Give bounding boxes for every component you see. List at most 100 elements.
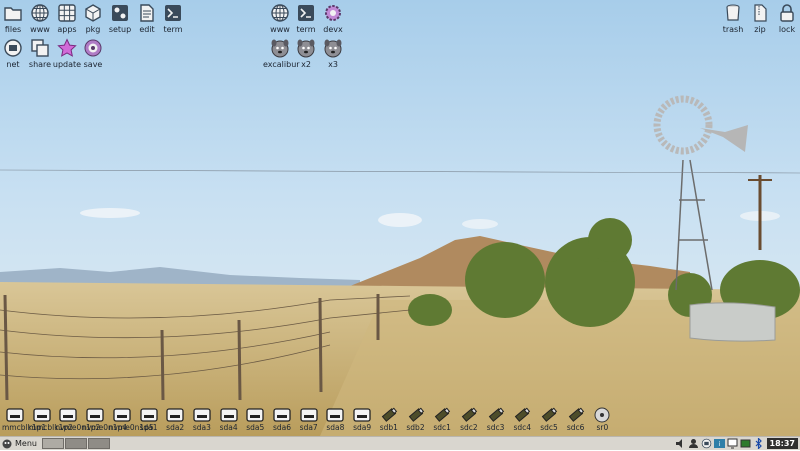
menu-label: Menu [15,439,37,448]
drive-sda6[interactable]: sda6 [269,407,295,432]
monitor-icon[interactable] [727,438,738,449]
drive-sdc5[interactable]: sdc5 [536,407,562,432]
drive-label: sdc3 [486,423,505,432]
star-icon [57,38,77,58]
drive-label: sda9 [353,423,372,432]
drive-sdb2[interactable]: sdb2 [403,407,429,432]
drive-mmcblk1p1[interactable]: mmcblk1p1 [2,407,47,432]
speaker-icon[interactable] [675,438,686,449]
drive-nvme0n1p4[interactable]: nvme0n1p4 [82,407,128,432]
drive-label: sda1 [139,423,158,432]
globe-icon [30,3,50,23]
network-icon [3,38,23,58]
desktop-icon-label: x3 [328,60,338,69]
drive-nvme0n1p5[interactable]: nvme0n1p5 [108,407,154,432]
desktop-icon-label: term [163,25,183,34]
usb-drive-icon [567,407,585,423]
desktop-icon-lock[interactable]: lock [770,3,800,34]
hard-drive-icon [353,407,371,423]
usb-drive-icon [407,407,425,423]
drive-label: sdb2 [406,423,425,432]
drive-label: nvme0n1p5 [108,423,154,432]
hard-drive-icon [59,407,78,423]
drive-label: sdc1 [433,423,451,432]
user-icon[interactable] [688,438,699,449]
lock-icon [777,3,797,23]
drive-sda9[interactable]: sda9 [349,407,375,432]
drive-label: sdc4 [513,423,532,432]
drive-label: sdb1 [379,423,398,432]
hard-drive-icon [6,407,24,423]
system-tray: i [673,437,764,450]
folder-icon [3,3,23,23]
desktop-icon-label: devx [323,25,343,34]
drive-sda3[interactable]: sda3 [189,407,215,432]
globe-icon [270,3,290,23]
puppy-icon [270,38,290,58]
drive-sr0[interactable]: sr0 [589,407,615,432]
drive-label: mmcblk1p1 [2,423,47,432]
drive-label: sda5 [246,423,265,432]
drive-sdc6[interactable]: sdc6 [563,407,589,432]
wallpaper-landscape [0,0,800,436]
bluetooth-icon[interactable] [753,437,764,450]
clock[interactable]: 18:37 [766,438,798,449]
drive-sda4[interactable]: sda4 [216,407,242,432]
desktop-icon-save[interactable]: save [76,38,110,69]
drive-label: nvme0n1p4 [82,423,128,432]
desktop-icon-term[interactable]: term [156,3,190,34]
hard-drive-icon [246,407,264,423]
hard-drive-icon [86,407,104,423]
drive-sda2[interactable]: sda2 [162,407,188,432]
drive-label: sda4 [219,423,238,432]
drive-sdc4[interactable]: sdc4 [509,407,535,432]
puppy-logo-icon [2,439,12,449]
network-icon[interactable] [701,438,712,449]
workspace-1[interactable] [41,438,64,449]
trash-icon [723,3,743,23]
drive-label: sda2 [166,423,185,432]
drive-sda1[interactable]: sda1 [136,407,162,432]
usb-drive-icon [460,407,478,423]
drive-label: sr0 [596,423,609,432]
hard-drive-icon [166,407,184,423]
drive-sda7[interactable]: sda7 [296,407,322,432]
drive-sdb1[interactable]: sdb1 [376,407,402,432]
drive-sdc2[interactable]: sdc2 [456,407,482,432]
target-icon [83,38,103,58]
drive-sdc1[interactable]: sdc1 [429,407,455,432]
desktop-icon-x3[interactable]: x3 [316,38,350,69]
desktop-icon-devx[interactable]: devx [316,3,350,34]
puppy-icon [296,38,316,58]
drive-label: sda7 [299,423,318,432]
drive-label: nvme0n1p2 [55,423,101,432]
info-icon[interactable]: i [713,438,725,449]
workspace-3[interactable] [87,438,110,449]
drive-label: sda8 [326,423,345,432]
drive-sda5[interactable]: sda5 [242,407,268,432]
puppy-icon [323,38,343,58]
document-icon [137,3,157,23]
workspace-2[interactable] [64,438,87,449]
drive-label: sdc2 [460,423,478,432]
usb-drive-icon [380,407,398,423]
drive-sda8[interactable]: sda8 [322,407,348,432]
drive-sdc3[interactable]: sdc3 [483,407,509,432]
drive-nvme0n1p2[interactable]: nvme0n1p2 [55,407,101,432]
drive-label: sda3 [192,423,211,432]
desktop-icon-label: save [83,60,103,69]
usb-drive-icon [433,407,451,423]
drive-label: sdc6 [566,423,585,432]
drive-mmcblk1p2[interactable]: mmcblk1p2 [29,407,73,432]
terminal-icon [163,3,183,23]
hard-drive-icon [300,407,318,423]
hard-drive-icon [139,407,158,423]
usb-drive-icon [513,407,531,423]
zip-icon [750,3,770,23]
drive-label: sda6 [272,423,292,432]
package-icon [83,3,103,23]
battery-icon[interactable] [740,438,751,449]
menu-button[interactable]: Menu [0,437,41,450]
terminal-icon [296,3,316,23]
hard-drive-icon [193,407,211,423]
